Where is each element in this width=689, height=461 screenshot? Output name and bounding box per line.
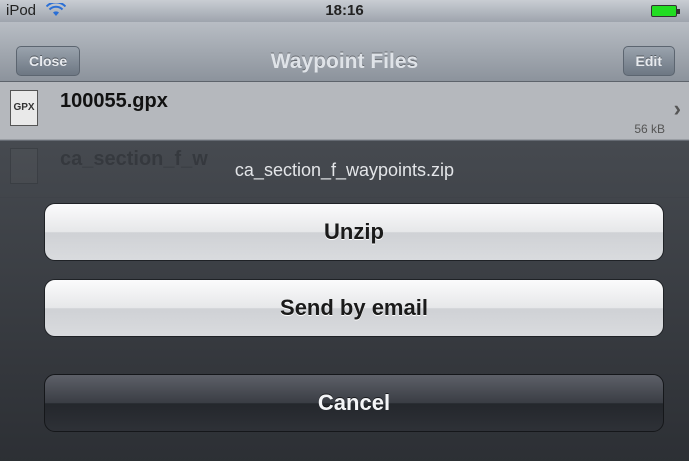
clock: 18:16 bbox=[325, 2, 364, 19]
cancel-button[interactable]: Cancel bbox=[44, 374, 664, 432]
unzip-button[interactable]: Unzip bbox=[44, 203, 664, 261]
page-title: Waypoint Files bbox=[270, 50, 419, 73]
status-bar: iPod 18:16 bbox=[0, 0, 689, 22]
list-item[interactable]: GPX 100055.gpx › 56 kB bbox=[0, 82, 689, 140]
file-name: 100055.gpx bbox=[60, 90, 168, 112]
chevron-right-icon: › bbox=[673, 96, 681, 121]
send-by-email-button[interactable]: Send by email bbox=[44, 279, 664, 337]
navigation-bar: Close Waypoint Files Edit bbox=[0, 22, 689, 82]
gpx-file-icon: GPX bbox=[10, 90, 38, 126]
file-size: 56 kB bbox=[634, 122, 665, 136]
edit-button[interactable]: Edit bbox=[622, 46, 675, 76]
action-sheet: ca_section_f_waypoints.zip Unzip Send by… bbox=[0, 140, 689, 461]
action-sheet-title: ca_section_f_waypoints.zip bbox=[234, 160, 455, 180]
battery-icon bbox=[651, 5, 680, 17]
